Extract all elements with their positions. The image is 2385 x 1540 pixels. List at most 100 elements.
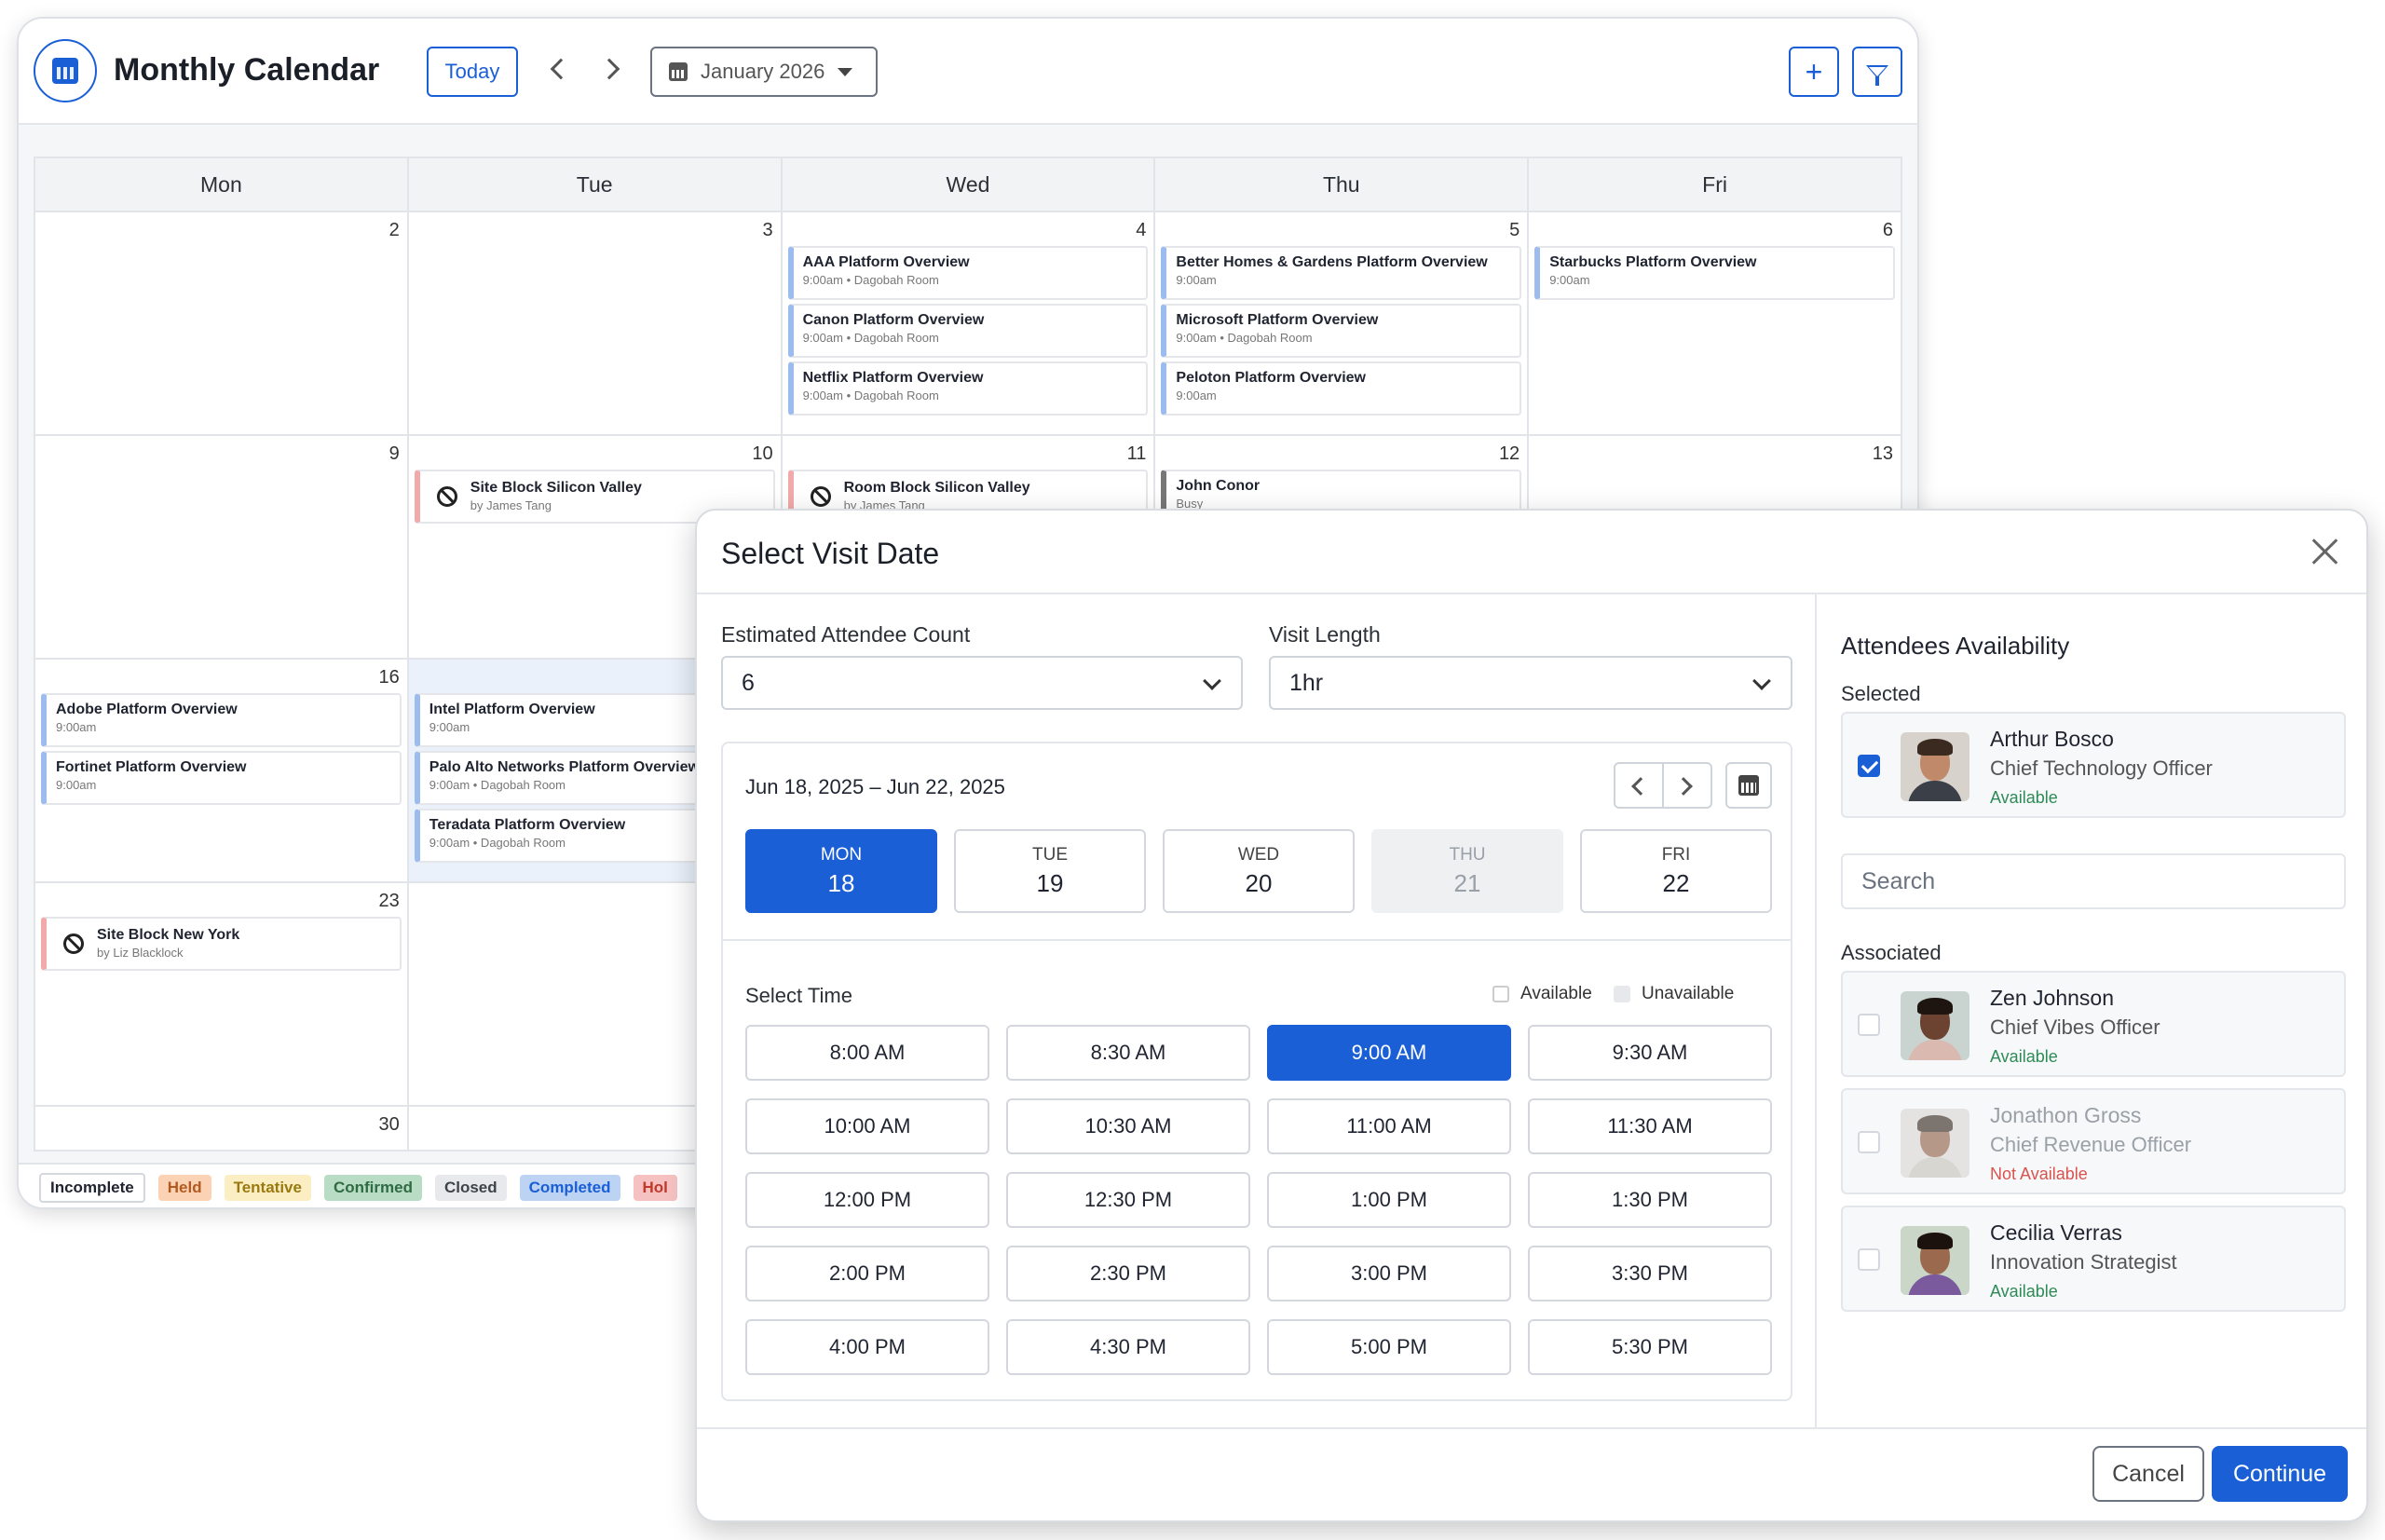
day-number: 21: [1453, 868, 1481, 897]
time-slot-button[interactable]: 12:30 PM: [1006, 1172, 1250, 1228]
day-cell[interactable]: 3: [409, 212, 783, 434]
time-slot-button[interactable]: 12:00 PM: [745, 1172, 989, 1228]
calendar-event[interactable]: Canon Platform Overview 9:00am • Dagobah …: [787, 304, 1149, 358]
calendar-event[interactable]: Better Homes & Gardens Platform Overview…: [1161, 246, 1522, 300]
calendar-event[interactable]: Peloton Platform Overview 9:00am: [1161, 361, 1522, 416]
time-slot-button[interactable]: 2:00 PM: [745, 1246, 989, 1302]
time-slot-button[interactable]: 1:30 PM: [1528, 1172, 1772, 1228]
calendar-event[interactable]: AAA Platform Overview 9:00am • Dagobah Ro…: [787, 246, 1149, 300]
attendee-search-input[interactable]: Search: [1841, 853, 2346, 909]
time-slot-button[interactable]: 5:00 PM: [1267, 1319, 1511, 1375]
calendar-event[interactable]: Adobe Platform Overview 9:00am: [41, 693, 402, 747]
visit-length-select[interactable]: 1hr: [1269, 656, 1792, 710]
time-slot-button[interactable]: 9:00 AM: [1267, 1025, 1511, 1081]
attendee-role: Chief Revenue Officer: [1990, 1133, 2192, 1156]
day-number: 23: [378, 891, 400, 911]
attendee-card[interactable]: Jonathon Gross Chief Revenue Officer Not A…: [1841, 1088, 2346, 1194]
month-select[interactable]: January 2026: [650, 47, 878, 97]
day-option[interactable]: FRI 22: [1580, 829, 1772, 913]
event-subtitle: 9:00am: [56, 720, 97, 734]
day-cell[interactable]: 6 Starbucks Platform Overview 9:00am: [1529, 212, 1901, 434]
day-cell[interactable]: 2: [35, 212, 409, 434]
attendee-checkbox[interactable]: [1858, 755, 1880, 777]
time-slot-button[interactable]: 8:00 AM: [745, 1025, 989, 1081]
event-subtitle: 9:00am • Dagobah Room: [802, 388, 939, 402]
open-calendar-button[interactable]: [1725, 762, 1772, 809]
next-month-chevron-icon[interactable]: [598, 58, 620, 80]
unavailable-swatch: [1614, 986, 1630, 1002]
day-cell[interactable]: 16 Adobe Platform Overview 9:00am Fortinet …: [35, 660, 409, 881]
attendee-status: Available: [1990, 1282, 2058, 1301]
previous-week-button[interactable]: [1615, 764, 1664, 807]
calendar-event[interactable]: Starbucks Platform Overview 9:00am: [1534, 246, 1895, 300]
day-cell[interactable]: 5 Better Homes & Gardens Platform Overvie…: [1155, 212, 1530, 434]
time-slot-button[interactable]: 5:30 PM: [1528, 1319, 1772, 1375]
add-event-button[interactable]: +: [1789, 47, 1839, 97]
attendee-count-select[interactable]: 6: [721, 656, 1243, 710]
event-subtitle: 9:00am: [1549, 273, 1590, 287]
attendee-card[interactable]: Arthur Bosco Chief Technology Officer Avai…: [1841, 712, 2346, 818]
time-slot-button[interactable]: 11:30 AM: [1528, 1098, 1772, 1154]
time-slot-button[interactable]: 10:00 AM: [745, 1098, 989, 1154]
day-cell[interactable]: 9: [35, 436, 409, 658]
attendee-checkbox[interactable]: [1858, 1014, 1880, 1036]
status-badge: Completed: [519, 1175, 620, 1201]
event-subtitle: 9:00am • Dagobah Room: [802, 273, 939, 287]
cancel-button[interactable]: Cancel: [2092, 1446, 2204, 1502]
time-slot-button[interactable]: 2:30 PM: [1006, 1246, 1250, 1302]
attendee-card[interactable]: Zen Johnson Chief Vibes Officer Available: [1841, 971, 2346, 1077]
attendee-name: Zen Johnson: [1990, 986, 2114, 1010]
day-option[interactable]: MON 18: [745, 829, 937, 913]
close-icon[interactable]: [2309, 535, 2342, 568]
day-of-week: TUE: [1032, 844, 1068, 865]
attendee-checkbox[interactable]: [1858, 1131, 1880, 1153]
weekday-header: Wed: [783, 158, 1156, 211]
attendees-availability-title: Attendees Availability: [1841, 632, 2070, 660]
day-option[interactable]: WED 20: [1163, 829, 1355, 913]
next-week-button[interactable]: [1664, 764, 1710, 807]
attendee-card[interactable]: Cecilia Verras Innovation Strategist Avail…: [1841, 1206, 2346, 1312]
event-text: John Conor Busy: [1176, 477, 1510, 512]
day-cell[interactable]: 4 AAA Platform Overview 9:00am • Dagobah R…: [783, 212, 1156, 434]
day-number: 18: [827, 868, 855, 897]
day-number: 2: [388, 220, 400, 240]
event-title: Starbucks Platform Overview: [1549, 254, 1757, 270]
attendee-checkbox[interactable]: [1858, 1248, 1880, 1271]
time-slot-button[interactable]: 11:00 AM: [1267, 1098, 1511, 1154]
filter-button[interactable]: [1852, 47, 1902, 97]
day-option[interactable]: TUE 19: [954, 829, 1146, 913]
day-number: 19: [1036, 868, 1064, 897]
time-slot-button[interactable]: 3:00 PM: [1267, 1246, 1511, 1302]
day-cell[interactable]: 30: [35, 1107, 409, 1150]
status-badge: Confirmed: [323, 1175, 422, 1201]
event-title: Netflix Platform Overview: [802, 370, 984, 386]
weekday-header: Mon: [35, 158, 409, 211]
day-cell[interactable]: 23 Site Block New York by Liz Blacklock: [35, 883, 409, 1105]
avatar: [1901, 991, 1969, 1060]
event-title: Better Homes & Gardens Platform Overview: [1176, 254, 1488, 270]
dialog-title: Select Visit Date: [721, 537, 940, 570]
block-event[interactable]: Site Block New York by Liz Blacklock: [41, 917, 402, 971]
time-slot-button[interactable]: 8:30 AM: [1006, 1025, 1250, 1081]
time-slot-button[interactable]: 4:00 PM: [745, 1319, 989, 1375]
day-option: THU 21: [1371, 829, 1563, 913]
attendee-count-label: Estimated Attendee Count: [721, 622, 971, 647]
today-button[interactable]: Today: [427, 47, 518, 97]
event-text: Better Homes & Gardens Platform Overview…: [1176, 253, 1510, 289]
avatar-hair: [1917, 739, 1953, 756]
legend-unavailable-label: Unavailable: [1642, 984, 1735, 1003]
time-slot-button[interactable]: 1:00 PM: [1267, 1172, 1511, 1228]
filter-icon: [1866, 65, 1888, 86]
divider: [697, 1427, 2366, 1429]
time-slot-button[interactable]: 4:30 PM: [1006, 1319, 1250, 1375]
time-slot-button[interactable]: 10:30 AM: [1006, 1098, 1250, 1154]
continue-button[interactable]: Continue: [2212, 1446, 2348, 1502]
previous-month-chevron-icon[interactable]: [550, 58, 572, 80]
time-slot-button[interactable]: 3:30 PM: [1528, 1246, 1772, 1302]
chevron-left-icon: [1631, 777, 1650, 796]
calendar-event[interactable]: Netflix Platform Overview 9:00am • Dagoba…: [787, 361, 1149, 416]
time-slot-button[interactable]: 9:30 AM: [1528, 1025, 1772, 1081]
calendar-event[interactable]: Microsoft Platform Overview 9:00am • Dago…: [1161, 304, 1522, 358]
calendar-event[interactable]: Fortinet Platform Overview 9:00am: [41, 751, 402, 805]
event-title: Peloton Platform Overview: [1176, 370, 1366, 386]
